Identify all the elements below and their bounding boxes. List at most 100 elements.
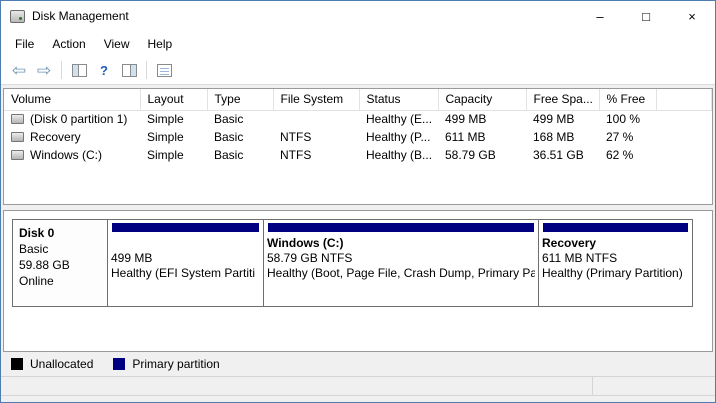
partition-size: 58.79 GB NTFS bbox=[267, 251, 535, 266]
forward-button[interactable]: ⇨ bbox=[32, 59, 56, 81]
partition-title: Recovery bbox=[542, 236, 689, 251]
status-bar-right bbox=[593, 377, 715, 395]
legend-label: Unallocated bbox=[30, 357, 93, 371]
show-action-pane-button[interactable] bbox=[117, 59, 141, 81]
cell-layout: Simple bbox=[140, 128, 207, 146]
menu-file[interactable]: File bbox=[6, 34, 43, 54]
back-button[interactable]: ⇦ bbox=[7, 59, 31, 81]
cell-capacity: 58.79 GB bbox=[438, 146, 526, 164]
properties-icon bbox=[157, 64, 172, 77]
back-icon: ⇦ bbox=[12, 62, 26, 79]
help-icon: ? bbox=[100, 63, 108, 78]
menu-view[interactable]: View bbox=[95, 34, 139, 54]
cell-type: Basic bbox=[207, 128, 273, 146]
window-controls: – □ × bbox=[577, 1, 715, 31]
column-status[interactable]: Status bbox=[359, 89, 438, 110]
partition-size: 499 MB bbox=[111, 251, 260, 266]
toolbar-separator bbox=[61, 61, 62, 79]
cell-status: Healthy (P... bbox=[359, 128, 438, 146]
disk-size: 59.88 GB bbox=[19, 257, 101, 273]
column-type[interactable]: Type bbox=[207, 89, 273, 110]
column-filler bbox=[656, 89, 712, 110]
close-button[interactable]: × bbox=[669, 1, 715, 31]
column-free-space[interactable]: Free Spa... bbox=[526, 89, 599, 110]
disk-0-row: Disk 0 Basic 59.88 GB Online 499 MB Heal… bbox=[12, 219, 704, 307]
show-console-tree-button[interactable] bbox=[67, 59, 91, 81]
cell-pct-free: 27 % bbox=[599, 128, 656, 146]
cell-free-space: 499 MB bbox=[526, 110, 599, 128]
action-pane-icon bbox=[122, 64, 137, 77]
cell-free-space: 168 MB bbox=[526, 128, 599, 146]
toolbar: ⇦ ⇨ ? bbox=[1, 56, 715, 85]
table-row[interactable]: Recovery Simple Basic NTFS Healthy (P...… bbox=[4, 128, 712, 146]
help-button[interactable]: ? bbox=[92, 59, 116, 81]
menu-help[interactable]: Help bbox=[139, 34, 182, 54]
table-row[interactable]: (Disk 0 partition 1) Simple Basic Health… bbox=[4, 110, 712, 128]
maximize-button[interactable]: □ bbox=[623, 1, 669, 31]
menu-action[interactable]: Action bbox=[43, 34, 94, 54]
disk-management-app-icon bbox=[10, 10, 25, 23]
column-pct-free[interactable]: % Free bbox=[599, 89, 656, 110]
disk-type: Basic bbox=[19, 241, 101, 257]
partition-efi[interactable]: 499 MB Healthy (EFI System Partiti bbox=[107, 219, 264, 307]
partition-color-bar bbox=[112, 223, 259, 232]
cell-layout: Simple bbox=[140, 110, 207, 128]
disk-status: Online bbox=[19, 273, 101, 289]
partition-recovery[interactable]: Recovery 611 MB NTFS Healthy (Primary Pa… bbox=[538, 219, 693, 307]
partition-color-bar bbox=[268, 223, 534, 232]
legend-unallocated: Unallocated bbox=[11, 357, 93, 371]
cell-status: Healthy (B... bbox=[359, 146, 438, 164]
cell-layout: Simple bbox=[140, 146, 207, 164]
volume-name: Windows (C:) bbox=[30, 148, 102, 162]
volume-icon bbox=[11, 114, 24, 124]
partition-status: Healthy (Boot, Page File, Crash Dump, Pr… bbox=[267, 266, 535, 281]
cell-status: Healthy (E... bbox=[359, 110, 438, 128]
cell-pct-free: 62 % bbox=[599, 146, 656, 164]
cell-filler bbox=[656, 146, 712, 164]
disk-0-header[interactable]: Disk 0 Basic 59.88 GB Online bbox=[12, 219, 108, 307]
status-bar-left bbox=[1, 377, 593, 395]
cell-pct-free: 100 % bbox=[599, 110, 656, 128]
partition-status: Healthy (EFI System Partiti bbox=[111, 266, 260, 281]
disk-management-window: Disk Management – □ × File Action View H… bbox=[0, 0, 716, 403]
volume-table: Volume Layout Type File System Status Ca… bbox=[4, 89, 712, 164]
cell-capacity: 499 MB bbox=[438, 110, 526, 128]
console-tree-icon bbox=[72, 64, 87, 77]
column-capacity[interactable]: Capacity bbox=[438, 89, 526, 110]
forward-icon: ⇨ bbox=[37, 62, 51, 79]
legend-primary-partition: Primary partition bbox=[113, 357, 219, 371]
partition-windows-c[interactable]: Windows (C:) 58.79 GB NTFS Healthy (Boot… bbox=[263, 219, 539, 307]
cell-capacity: 611 MB bbox=[438, 128, 526, 146]
cell-type: Basic bbox=[207, 146, 273, 164]
cell-type: Basic bbox=[207, 110, 273, 128]
column-file-system[interactable]: File System bbox=[273, 89, 359, 110]
minimize-button[interactable]: – bbox=[577, 1, 623, 31]
volume-table-header: Volume Layout Type File System Status Ca… bbox=[4, 89, 712, 110]
volume-name: Recovery bbox=[30, 130, 81, 144]
partition-size: 611 MB NTFS bbox=[542, 251, 689, 266]
properties-button[interactable] bbox=[152, 59, 176, 81]
graphical-view-pane: Disk 0 Basic 59.88 GB Online 499 MB Heal… bbox=[3, 210, 713, 352]
partition-color-bar bbox=[543, 223, 688, 232]
column-volume[interactable]: Volume bbox=[4, 89, 140, 110]
legend-bar: Unallocated Primary partition bbox=[1, 352, 715, 376]
toolbar-separator-2 bbox=[146, 61, 147, 79]
primary-partition-swatch bbox=[113, 358, 125, 370]
volume-icon bbox=[11, 132, 24, 142]
cell-filler bbox=[656, 110, 712, 128]
partition-status: Healthy (Primary Partition) bbox=[542, 266, 689, 281]
cell-file-system: NTFS bbox=[273, 128, 359, 146]
volume-list-pane: Volume Layout Type File System Status Ca… bbox=[3, 88, 713, 205]
disk-name: Disk 0 bbox=[19, 225, 101, 241]
legend-label: Primary partition bbox=[132, 357, 219, 371]
cell-free-space: 36.51 GB bbox=[526, 146, 599, 164]
cell-file-system bbox=[273, 110, 359, 128]
partition-title: Windows (C:) bbox=[267, 236, 535, 251]
title-bar: Disk Management – □ × bbox=[1, 1, 715, 31]
status-bar bbox=[1, 376, 715, 396]
menu-bar: File Action View Help bbox=[1, 31, 715, 56]
unallocated-swatch bbox=[11, 358, 23, 370]
cell-file-system: NTFS bbox=[273, 146, 359, 164]
table-row[interactable]: Windows (C:) Simple Basic NTFS Healthy (… bbox=[4, 146, 712, 164]
column-layout[interactable]: Layout bbox=[140, 89, 207, 110]
